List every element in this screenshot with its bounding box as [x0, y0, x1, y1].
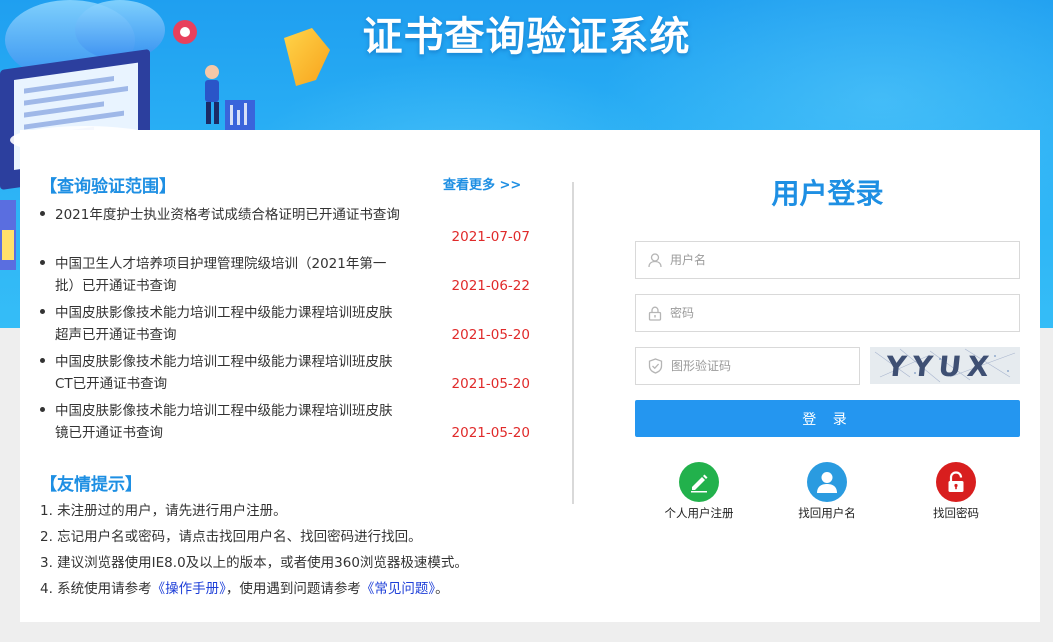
tips-list: 1. 未注册过的用户，请先进行用户注册。 2. 忘记用户名或密码，请点击找回用户…	[40, 498, 560, 602]
tip-text: 4. 系统使用请参考	[40, 581, 152, 597]
login-title: 用户登录	[771, 177, 884, 210]
captcha-text: YYUX	[883, 350, 996, 383]
faq-link[interactable]: 《常见问题》	[361, 581, 435, 597]
username-input[interactable]	[670, 253, 990, 267]
bullet-icon	[40, 260, 45, 265]
password-field	[635, 294, 1020, 332]
captcha-field	[635, 347, 860, 385]
view-more-link[interactable]: 查看更多 >>	[443, 174, 521, 193]
notice-title[interactable]: 中国皮肤影像技术能力培训工程中级能力课程培训班皮肤镜已开通证书查询	[55, 400, 400, 444]
notice-date: 2021-05-20	[451, 376, 530, 392]
notice-date: 2021-05-20	[451, 327, 530, 343]
tip-item: 2. 忘记用户名或密码，请点击找回用户名、找回密码进行找回。	[40, 529, 422, 545]
login-button[interactable]: 登 录	[635, 400, 1020, 437]
scope-title: 【查询验证范围】	[40, 177, 176, 197]
person-icon	[807, 462, 847, 502]
find-username-label: 找回用户名	[798, 506, 856, 520]
unlock-icon	[936, 462, 976, 502]
tip-item: 1. 未注册过的用户，请先进行用户注册。	[40, 503, 287, 519]
user-icon	[648, 252, 662, 267]
tip-text: ，使用遇到问题请参考	[225, 581, 361, 597]
captcha-input[interactable]	[671, 359, 851, 373]
bullet-icon	[40, 358, 45, 363]
username-field	[635, 241, 1020, 279]
notice-date: 2021-07-07	[451, 229, 530, 245]
list-item: 中国卫生人才培养项目护理管理院级培训（2021年第一批）已开通证书查询 2021…	[40, 253, 530, 302]
tips-title: 【友情提示】	[40, 475, 142, 495]
pencil-icon	[679, 462, 719, 502]
list-item: 中国皮肤影像技术能力培训工程中级能力课程培训班皮肤超声已开通证书查询 2021-…	[40, 302, 530, 351]
captcha-image[interactable]: YYUX	[870, 347, 1020, 384]
password-input[interactable]	[670, 306, 990, 320]
tip-text: 。	[435, 581, 449, 597]
find-password-label: 找回密码	[933, 506, 979, 520]
notice-title[interactable]: 中国皮肤影像技术能力培训工程中级能力课程培训班皮肤CT已开通证书查询	[55, 351, 400, 395]
find-password-link[interactable]: 找回密码	[911, 462, 1001, 521]
list-item: 中国皮肤影像技术能力培训工程中级能力课程培训班皮肤镜已开通证书查询 2021-0…	[40, 400, 530, 449]
column-divider	[572, 182, 574, 504]
list-item: 中国皮肤影像技术能力培训工程中级能力课程培训班皮肤CT已开通证书查询 2021-…	[40, 351, 530, 400]
notice-title[interactable]: 中国卫生人才培养项目护理管理院级培训（2021年第一批）已开通证书查询	[55, 253, 400, 297]
bullet-icon	[40, 211, 45, 216]
bullet-icon	[40, 407, 45, 412]
register-label: 个人用户注册	[664, 506, 734, 520]
notice-title[interactable]: 中国皮肤影像技术能力培训工程中级能力课程培训班皮肤超声已开通证书查询	[55, 302, 400, 346]
captcha-graphic: YYUX	[870, 347, 1020, 384]
tip-item: 3. 建议浏览器使用IE8.0及以上的版本，或者使用360浏览器极速模式。	[40, 555, 468, 571]
system-title: 证书查询验证系统	[362, 14, 691, 60]
find-username-link[interactable]: 找回用户名	[782, 462, 872, 521]
notice-title[interactable]: 2021年度护士执业资格考试成绩合格证明已开通证书查询	[55, 204, 400, 226]
list-item: 2021年度护士执业资格考试成绩合格证明已开通证书查询 2021-07-07	[40, 204, 530, 253]
main-panel: 【查询验证范围】 查看更多 >> 2021年度护士执业资格考试成绩合格证明已开通…	[20, 130, 1040, 622]
tip-item: 4. 系统使用请参考《操作手册》，使用遇到问题请参考《常见问题》。	[40, 576, 560, 602]
register-link[interactable]: 个人用户注册	[654, 462, 744, 521]
bullet-icon	[40, 309, 45, 314]
shield-check-icon	[648, 358, 663, 374]
manual-link[interactable]: 《操作手册》	[152, 581, 226, 597]
notice-date: 2021-05-20	[451, 425, 530, 441]
notice-date: 2021-06-22	[451, 278, 530, 294]
lock-icon	[648, 306, 662, 321]
notice-list: 2021年度护士执业资格考试成绩合格证明已开通证书查询 2021-07-07 中…	[40, 204, 530, 449]
